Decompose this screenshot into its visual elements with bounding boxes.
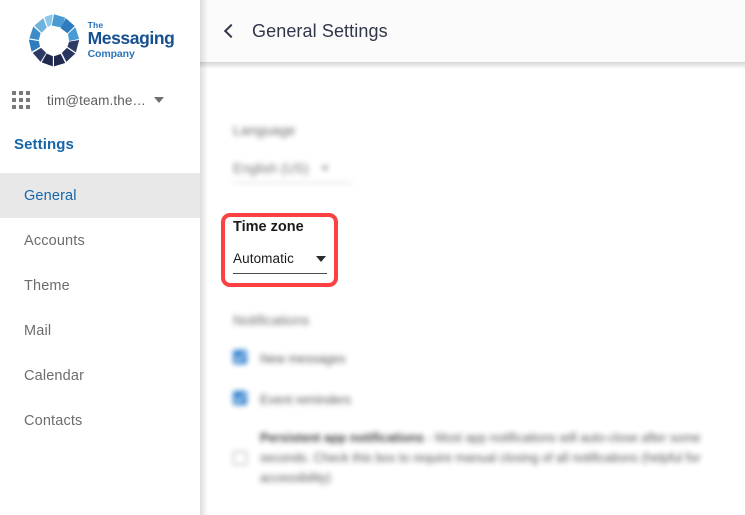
notification-option-persistent[interactable]: Persistent app notifications - Most app … xyxy=(233,428,713,489)
settings-app-window: The Messaging Company tim@team.the… Sett… xyxy=(0,0,745,515)
sidebar-item-label: Calendar xyxy=(24,367,85,384)
sidebar-item-label: Theme xyxy=(24,277,70,294)
notification-option-event-reminders[interactable]: Event reminders xyxy=(233,390,713,410)
checkbox-unchecked-icon[interactable] xyxy=(233,451,247,466)
sidebar-item-contacts[interactable]: Contacts xyxy=(0,398,200,443)
sidebar-item-label: General xyxy=(24,187,77,204)
sidebar-item-mail[interactable]: Mail xyxy=(0,308,200,353)
notification-option-label: New messages xyxy=(260,352,346,366)
sidebar-item-calendar[interactable]: Calendar xyxy=(0,353,200,398)
logo-line-company: Company xyxy=(87,47,135,60)
sidebar-item-theme[interactable]: Theme xyxy=(0,263,200,308)
notifications-section: Notifications New messages Event reminde… xyxy=(233,312,713,488)
timezone-label: Time zone xyxy=(233,219,304,235)
sidebar-item-general[interactable]: General xyxy=(0,173,200,218)
timezone-selected-value: Automatic xyxy=(233,251,294,266)
notification-option-title: Persistent app notifications xyxy=(260,430,424,445)
account-email-label: tim@team.the… xyxy=(47,92,147,108)
page-title: General Settings xyxy=(252,20,388,41)
timezone-select[interactable]: Automatic xyxy=(233,251,327,274)
notification-option-new-messages[interactable]: New messages xyxy=(233,349,713,369)
language-label: Language xyxy=(233,122,296,138)
notification-option-description: Persistent app notifications - Most app … xyxy=(260,428,713,489)
timezone-section: Time zone Automatic xyxy=(233,219,333,274)
settings-content: Language English (US) Time zone Automati… xyxy=(200,62,745,515)
language-section: Language English (US) xyxy=(233,122,433,183)
brand-logo[interactable]: The Messaging Company xyxy=(0,8,200,72)
chevron-down-icon xyxy=(320,166,329,171)
account-row[interactable]: tim@team.the… xyxy=(0,84,200,116)
sidebar-nav: General Accounts Theme Mail Calendar Con… xyxy=(0,173,200,443)
brand-logo-text: The Messaging Company xyxy=(88,21,175,60)
sidebar-item-accounts[interactable]: Accounts xyxy=(0,218,200,263)
sidebar-item-label: Contacts xyxy=(24,412,83,429)
notifications-label: Notifications xyxy=(233,312,310,328)
sidebar-heading-settings: Settings xyxy=(14,136,74,153)
sidebar-item-label: Mail xyxy=(24,322,52,339)
messaging-company-logo-icon xyxy=(26,12,82,68)
sidebar-item-label: Accounts xyxy=(24,232,85,249)
app-grid-icon[interactable] xyxy=(12,91,30,109)
logo-line-messaging: Messaging xyxy=(87,28,175,49)
checkbox-checked-icon[interactable] xyxy=(233,350,247,364)
language-selected-value: English (US) xyxy=(233,161,309,176)
chevron-down-icon[interactable] xyxy=(154,97,165,103)
page-header: General Settings xyxy=(200,0,745,62)
back-chevron-icon[interactable] xyxy=(220,22,238,40)
sidebar: The Messaging Company tim@team.the… Sett… xyxy=(0,0,200,515)
chevron-down-icon xyxy=(316,255,326,262)
language-select[interactable]: English (US) xyxy=(233,161,353,183)
checkbox-checked-icon[interactable] xyxy=(233,391,247,406)
notification-option-label: Event reminders xyxy=(260,393,352,408)
